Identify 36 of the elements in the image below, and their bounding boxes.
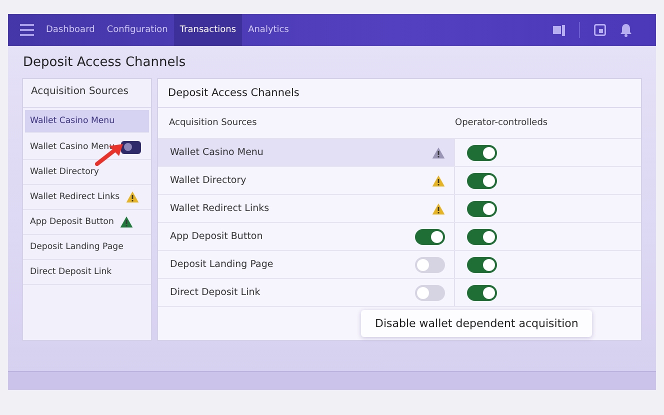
sidebar-item[interactable]: Wallet Directory (23, 160, 151, 185)
toggle-switch[interactable] (415, 256, 445, 272)
toggle-switch[interactable] (415, 284, 445, 300)
toggle-switch[interactable] (467, 144, 497, 160)
sidebar-item[interactable]: Wallet Redirect Links (23, 185, 151, 210)
toggle-switch[interactable] (415, 228, 445, 244)
sidebar-item[interactable]: Direct Deposit Link (23, 260, 151, 285)
toggle-switch[interactable] (120, 140, 141, 154)
menu-icon[interactable] (20, 24, 34, 36)
bell-icon[interactable] (620, 23, 632, 37)
toggle-switch[interactable] (467, 256, 497, 272)
sidebar-item[interactable]: Wallet Casino Menu (25, 110, 149, 133)
table-row-cell[interactable]: App Deposit Button (158, 223, 455, 250)
table-row-cell[interactable]: Deposit Landing Page (158, 251, 455, 278)
table-row-cell[interactable]: Direct Deposit Link (158, 279, 455, 306)
table-row-cell[interactable]: Wallet Directory (158, 167, 455, 194)
nav-tab[interactable]: Dashboard (40, 14, 101, 46)
column-header: Acquisition Sources (168, 118, 258, 128)
sidebar-title: Acquisition Sources (23, 79, 151, 108)
column-header: Operator-controlleds (454, 118, 548, 128)
nav-tab[interactable]: Transactions (174, 14, 242, 46)
sidebar-item[interactable]: Deposit Landing Page (23, 235, 151, 260)
nav-tab[interactable]: Configuration (100, 14, 174, 46)
window-icon[interactable] (594, 24, 606, 36)
table-row-cell[interactable]: Wallet Casino Menu (158, 139, 455, 166)
toggle-switch[interactable] (467, 284, 497, 300)
sidebar-item[interactable]: App Deposit Button (23, 210, 151, 235)
table-row-cell[interactable]: Wallet Redirect Links (158, 195, 455, 222)
panel-title: Deposit Access Channels (158, 79, 641, 108)
toggle-switch[interactable] (467, 200, 497, 216)
tooltip: Disable wallet dependent acquisition (361, 310, 592, 337)
flag-icon[interactable] (553, 24, 565, 36)
toggle-switch[interactable] (467, 172, 497, 188)
toggle-switch[interactable] (467, 228, 497, 244)
page-title: Deposit Access Channels (23, 55, 187, 70)
nav-tab[interactable]: Analytics (242, 14, 295, 46)
